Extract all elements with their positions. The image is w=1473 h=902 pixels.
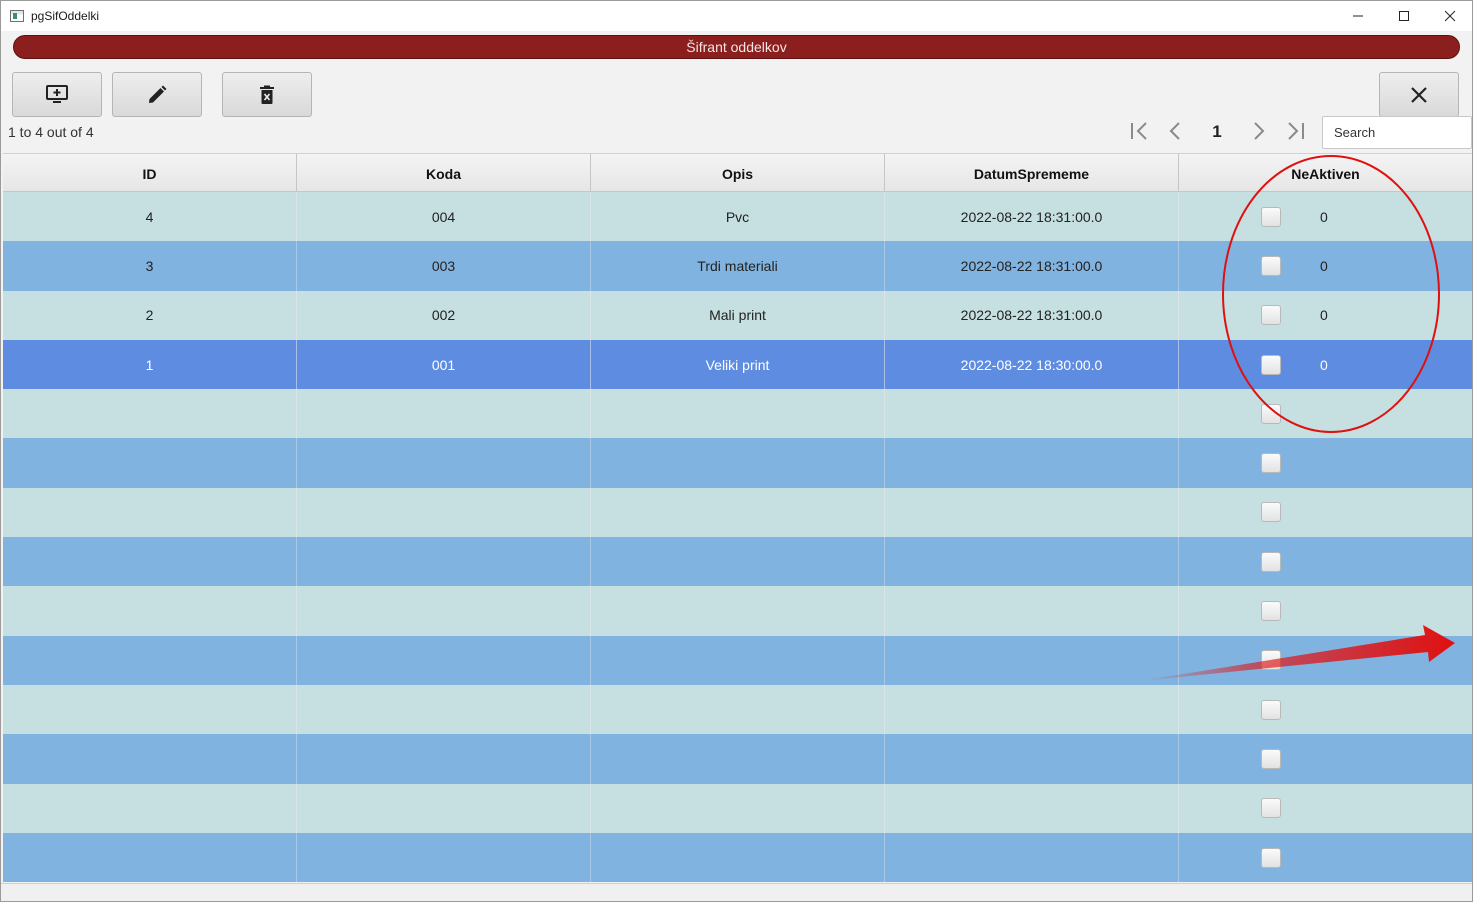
neaktiven-checkbox[interactable] (1261, 255, 1281, 276)
cell-datum: 2022-08-22 18:31:00.0 (885, 290, 1179, 340)
cell-opis: Veliki print (591, 339, 885, 390)
minimize-icon (1353, 15, 1363, 17)
neaktiven-checkbox[interactable] (1261, 403, 1281, 424)
close-icon (1411, 86, 1427, 103)
add-button[interactable] (12, 72, 102, 117)
cell-datum: 2022-08-22 18:31:00.0 (885, 241, 1179, 291)
app-window: pgSifOddelki Šifrant oddelkov 1 to 4 out… (0, 0, 1473, 902)
horizontal-scroll-area (1, 883, 1472, 901)
title-bar: pgSifOddelki (1, 1, 1472, 31)
empty-row[interactable] (3, 734, 1472, 784)
cell-koda: 003 (297, 241, 591, 291)
empty-row[interactable] (3, 684, 1472, 735)
neaktiven-value: 0 (1320, 307, 1328, 324)
cell-datum: 2022-08-22 18:30:00.0 (885, 339, 1179, 390)
empty-row[interactable] (3, 487, 1472, 538)
cell-opis: Pvc (591, 192, 885, 242)
neaktiven-checkbox[interactable] (1261, 453, 1281, 474)
column-header-neaktiven[interactable]: NeAktiven (1179, 154, 1472, 193)
empty-row[interactable] (3, 438, 1472, 488)
empty-row[interactable] (3, 635, 1472, 685)
neaktiven-checkbox[interactable] (1261, 650, 1281, 671)
last-page-icon (1288, 122, 1304, 140)
cell-neaktiven: 0 (1179, 192, 1472, 241)
empty-row[interactable] (3, 586, 1472, 636)
table-row[interactable]: 4 004 Pvc 2022-08-22 18:31:00.0 0 (3, 192, 1472, 242)
trash-icon (260, 85, 274, 104)
cell-id: 4 (3, 192, 297, 242)
first-page-button[interactable] (1128, 119, 1152, 143)
minimize-button[interactable] (1335, 1, 1381, 31)
neaktiven-checkbox[interactable] (1261, 748, 1281, 769)
cell-neaktiven: 0 (1179, 340, 1472, 389)
neaktiven-checkbox[interactable] (1261, 847, 1281, 868)
maximize-button[interactable] (1381, 1, 1427, 31)
departments-table: ID Koda Opis DatumSprememe NeAktiven 4 0… (3, 153, 1472, 883)
cell-id: 2 (3, 290, 297, 340)
prev-page-icon (1169, 122, 1180, 140)
cell-neaktiven: 0 (1179, 241, 1472, 290)
table-row[interactable]: 2 002 Mali print 2022-08-22 18:31:00.0 0 (3, 290, 1472, 340)
neaktiven-value: 0 (1320, 208, 1328, 225)
neaktiven-checkbox[interactable] (1261, 601, 1281, 622)
neaktiven-checkbox[interactable] (1261, 354, 1281, 375)
table-row[interactable]: 3 003 Trdi materiali 2022-08-22 18:31:00… (3, 241, 1472, 291)
cell-koda: 004 (297, 192, 591, 242)
search-input[interactable] (1322, 116, 1472, 149)
record-count: 1 to 4 out of 4 (8, 124, 94, 140)
neaktiven-checkbox[interactable] (1261, 502, 1281, 523)
next-page-button[interactable] (1247, 119, 1271, 143)
column-header-opis[interactable]: Opis (591, 154, 885, 193)
edit-button[interactable] (112, 72, 202, 117)
close-icon (1444, 10, 1456, 22)
window-title: pgSifOddelki (31, 9, 100, 23)
app-icon (10, 10, 24, 22)
prev-page-button[interactable] (1163, 119, 1187, 143)
first-page-icon (1131, 122, 1147, 140)
column-header-datum[interactable]: DatumSprememe (885, 154, 1179, 193)
cell-opis: Mali print (591, 290, 885, 340)
neaktiven-checkbox[interactable] (1261, 798, 1281, 819)
neaktiven-checkbox[interactable] (1261, 305, 1281, 326)
window-close-button[interactable] (1427, 1, 1473, 31)
cell-datum: 2022-08-22 18:31:00.0 (885, 192, 1179, 242)
empty-row[interactable] (3, 537, 1472, 587)
cell-koda: 002 (297, 290, 591, 340)
delete-button[interactable] (222, 72, 312, 117)
table-row-selected[interactable]: 1 001 Veliki print 2022-08-22 18:30:00.0… (3, 339, 1472, 390)
neaktiven-value: 0 (1320, 257, 1328, 274)
last-page-button[interactable] (1283, 119, 1307, 143)
page-title: Šifrant oddelkov (13, 35, 1460, 59)
current-page: 1 (1212, 122, 1222, 141)
pencil-icon (149, 85, 167, 103)
monitor-add-icon (46, 84, 68, 103)
column-header-koda[interactable]: Koda (297, 154, 591, 193)
neaktiven-checkbox[interactable] (1261, 551, 1281, 572)
empty-row[interactable] (3, 783, 1472, 833)
cell-opis: Trdi materiali (591, 241, 885, 291)
neaktiven-checkbox[interactable] (1261, 699, 1281, 720)
next-page-icon (1254, 122, 1265, 140)
cell-neaktiven: 0 (1179, 291, 1472, 340)
cell-koda: 001 (297, 339, 591, 390)
neaktiven-checkbox[interactable] (1261, 206, 1281, 227)
cell-id: 3 (3, 241, 297, 291)
maximize-icon (1399, 11, 1409, 21)
empty-row[interactable] (3, 832, 1472, 883)
empty-row[interactable] (3, 389, 1472, 439)
neaktiven-value: 0 (1320, 356, 1328, 373)
table-header: ID Koda Opis DatumSprememe NeAktiven (3, 153, 1472, 193)
close-form-button[interactable] (1379, 72, 1459, 117)
column-header-id[interactable]: ID (3, 154, 297, 193)
cell-id: 1 (3, 339, 297, 390)
